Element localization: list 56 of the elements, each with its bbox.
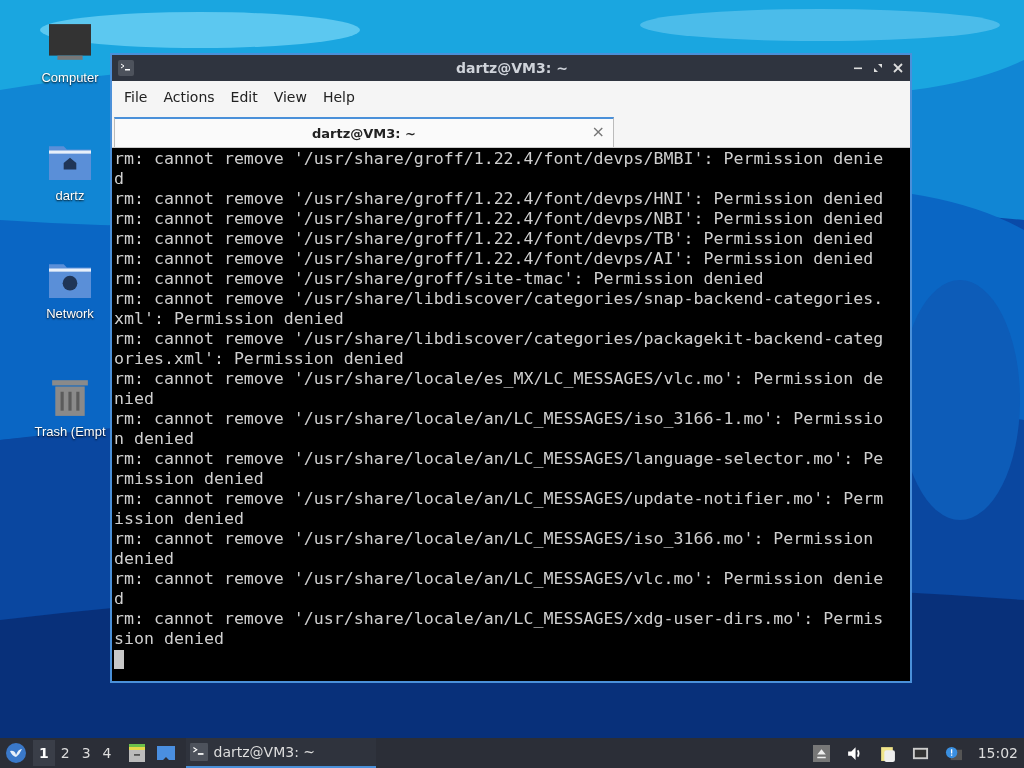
workspace-button[interactable]: 1	[33, 740, 55, 766]
menu-item[interactable]: Actions	[155, 85, 223, 109]
terminal-line: rm: cannot remove '/usr/share/groff/1.22.4/font/devps/AI': Permission denied	[114, 249, 875, 269]
terminal-line: rm: cannot remove '/usr/share/libdiscover/categories/packagekit-backend-categ	[114, 329, 885, 349]
terminal-line: rm: cannot remove '/usr/share/groff/1.22.4/font/devps/HNI': Permission denied	[114, 189, 885, 209]
file-cabinet-icon[interactable]	[126, 743, 147, 763]
workspace-button[interactable]: 2	[54, 740, 76, 766]
terminal-line: denied	[114, 549, 175, 569]
terminal-icon	[189, 743, 208, 761]
terminal-line: nied	[114, 389, 155, 409]
taskbar-task[interactable]: dartz@VM3: ~	[185, 738, 376, 768]
terminal-line: rmission denied	[114, 469, 265, 489]
icon-label: Network	[46, 306, 94, 321]
close-tab-button[interactable]: ×	[591, 122, 605, 141]
icon-label: Trash (Empt	[34, 424, 106, 439]
icon-label: Computer	[41, 70, 99, 85]
terminal-line: rm: cannot remove '/usr/share/locale/an/LC_MESSAGES/iso_3166-1.mo': Permissio	[114, 409, 885, 429]
terminal-line: rm: cannot remove '/usr/share/groff/1.22.4/font/devps/NBI': Permission denied	[114, 209, 885, 229]
volume-icon[interactable]	[845, 744, 863, 762]
terminal-line: rm: cannot remove '/usr/share/locale/es_MX/LC_MESSAGES/vlc.mo': Permission de	[114, 369, 885, 389]
terminal-line: d	[114, 589, 125, 609]
terminal-line: ission denied	[114, 509, 245, 529]
terminal-line: rm: cannot remove '/usr/share/locale/an/LC_MESSAGES/update-notifier.mo': Perm	[114, 489, 885, 509]
clipboard-icon[interactable]	[878, 744, 896, 762]
menu-item[interactable]: View	[265, 85, 315, 109]
terminal-icon	[118, 60, 134, 76]
terminal-line: rm: cannot remove '/usr/share/groff/1.22.4/font/devps/TB': Permission denied	[114, 229, 875, 249]
tab[interactable]: dartz@VM3: ~ ×	[114, 117, 614, 147]
terminal-line: d	[114, 169, 125, 189]
maximize-icon[interactable]	[872, 62, 884, 74]
terminal-line: rm: cannot remove '/usr/share/groff/site-tmac': Permission denied	[114, 269, 765, 289]
terminal-line: rm: cannot remove '/usr/share/locale/an/LC_MESSAGES/iso_3166.mo': Permission	[114, 529, 875, 549]
menu-item[interactable]: Help	[314, 85, 363, 109]
window-title: dartz@VM3: ~	[455, 60, 569, 76]
terminal-line: ories.xml': Permission denied	[114, 349, 405, 369]
bird-logo-icon[interactable]	[5, 742, 27, 764]
notification-icon[interactable]	[944, 744, 962, 762]
menu-item[interactable]: File	[116, 85, 156, 109]
clock: 15:02	[977, 745, 1018, 761]
terminal-line: n denied	[114, 429, 195, 449]
eject-icon[interactable]	[812, 744, 830, 762]
workspace-button[interactable]: 4	[96, 740, 118, 766]
terminal-line: sion denied	[114, 629, 225, 649]
task-label: dartz@VM3: ~	[213, 744, 316, 760]
terminal-line: xml': Permission denied	[114, 309, 345, 329]
icon-label: dartz	[55, 188, 85, 203]
terminal-line: rm: cannot remove '/usr/share/groff/1.22.4/font/devps/BMBI': Permission denie	[114, 149, 885, 169]
text-cursor	[114, 649, 124, 669]
workspace-button[interactable]: 3	[75, 740, 97, 766]
menu-item[interactable]: Edit	[222, 85, 266, 109]
terminal-line: rm: cannot remove '/usr/share/locale/an/LC_MESSAGES/language-selector.mo': Pe	[114, 449, 885, 469]
terminal-line: rm: cannot remove '/usr/share/libdiscover/categories/snap-backend-categories.	[114, 289, 885, 309]
close-icon[interactable]	[892, 62, 904, 74]
terminal-line: rm: cannot remove '/usr/share/locale/an/LC_MESSAGES/vlc.mo': Permission denie	[114, 569, 885, 589]
desktop-icon[interactable]	[155, 743, 176, 763]
terminal-line: rm: cannot remove '/usr/share/locale/an/LC_MESSAGES/xdg-user-dirs.mo': Permis	[114, 609, 885, 629]
